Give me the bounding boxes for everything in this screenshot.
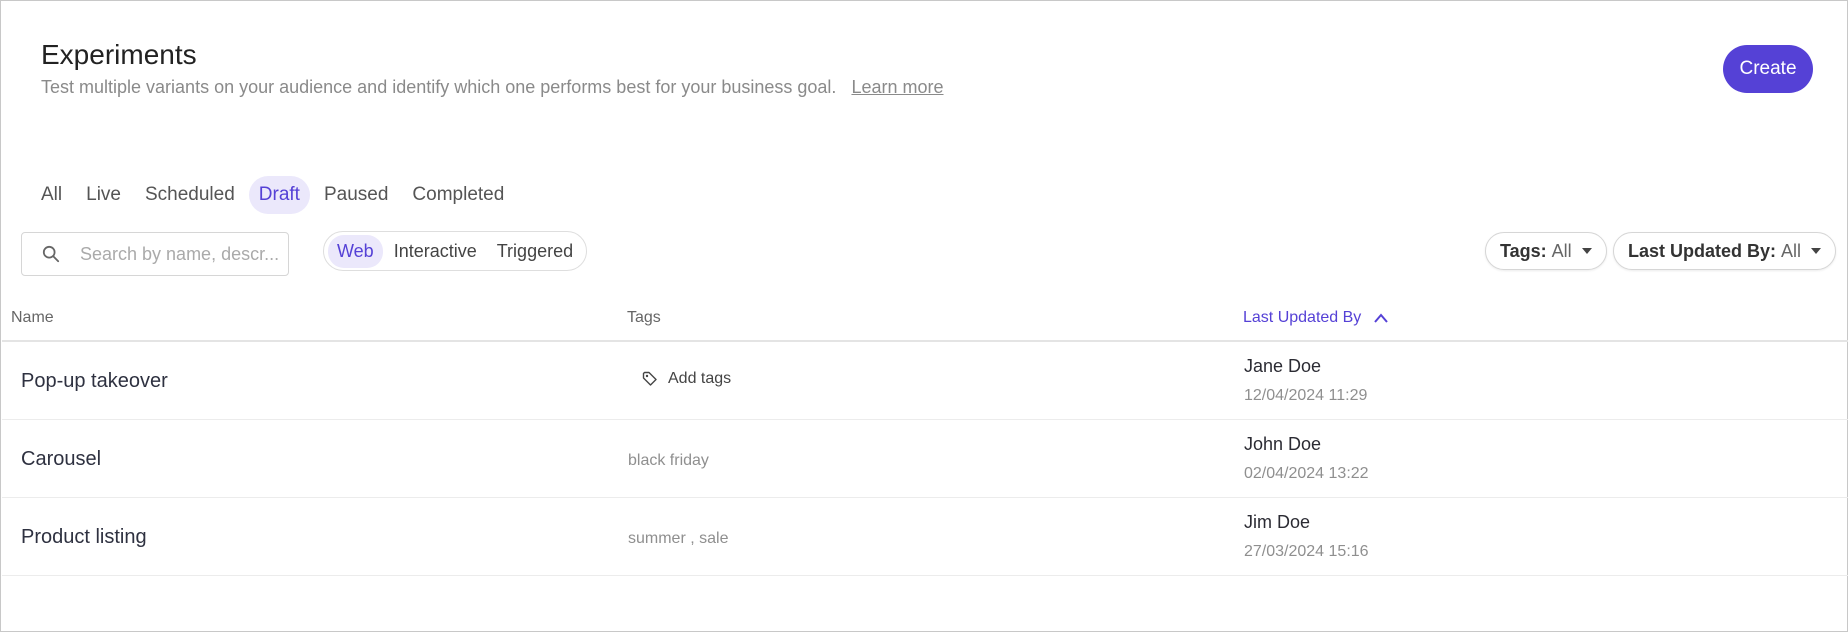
updated-date: 12/04/2024 11:29 xyxy=(1244,387,1368,404)
updated-date: 27/03/2024 15:16 xyxy=(1244,543,1369,560)
updated-by-user: Jim Doe xyxy=(1244,512,1311,532)
tab-all[interactable]: All xyxy=(31,176,72,214)
page-title: Experiments xyxy=(41,39,197,70)
tags-filter-dropdown[interactable]: Tags: All xyxy=(1485,232,1607,270)
search-box xyxy=(21,232,289,276)
table-row[interactable]: Product listing summer , sale Jim Doe 27… xyxy=(2,498,1848,576)
app-frame: Experiments Test multiple variants on yo… xyxy=(0,0,1848,632)
column-header-last-updated-label: Last Updated By xyxy=(1243,309,1362,326)
add-tags-label: Add tags xyxy=(668,370,732,387)
tab-live[interactable]: Live xyxy=(76,176,131,214)
learn-more-link[interactable]: Learn more xyxy=(851,77,943,97)
caret-down-icon xyxy=(1581,248,1592,254)
column-header-name[interactable]: Name xyxy=(11,309,54,327)
updated-by-user: John Doe xyxy=(1244,434,1322,454)
updated-date: 02/04/2024 13:22 xyxy=(1244,465,1369,482)
table-row[interactable]: Carousel black friday John Doe 02/04/202… xyxy=(2,420,1848,498)
tags-filter-label: Tags: xyxy=(1500,240,1547,261)
updated-filter-label: Last Updated By: xyxy=(1628,240,1777,261)
experiment-name[interactable]: Product listing xyxy=(21,526,147,549)
updated-filter-value: All xyxy=(1781,240,1802,261)
add-tags-button[interactable]: Add tags xyxy=(642,370,731,388)
experiment-tags: summer , sale xyxy=(628,530,729,547)
tab-paused[interactable]: Paused xyxy=(314,176,398,214)
tab-draft[interactable]: Draft xyxy=(248,176,310,214)
subtitle-text: Test multiple variants on your audience … xyxy=(41,77,837,97)
type-triggered[interactable]: Triggered xyxy=(488,235,582,268)
status-tabs: All Live Scheduled Draft Paused Complete… xyxy=(31,175,514,215)
tag-icon xyxy=(642,371,657,386)
updated-by-user: Jane Doe xyxy=(1244,356,1322,376)
search-input[interactable] xyxy=(80,243,280,265)
experiment-tags: black friday xyxy=(628,452,709,469)
type-interactive[interactable]: Interactive xyxy=(385,235,486,268)
experiment-name[interactable]: Pop-up takeover xyxy=(21,370,168,393)
experiment-name[interactable]: Carousel xyxy=(21,448,101,471)
type-web[interactable]: Web xyxy=(328,234,383,268)
create-button[interactable]: Create xyxy=(1723,45,1813,93)
caret-down-icon xyxy=(1811,248,1822,254)
experiment-type-toggle: Web Interactive Triggered xyxy=(323,231,588,271)
page-subtitle: Test multiple variants on your audience … xyxy=(41,77,944,98)
tags-filter-value: All xyxy=(1551,240,1572,261)
column-header-tags[interactable]: Tags xyxy=(627,309,661,327)
table-row[interactable]: Pop-up takeover Add tags Jane Doe 12/04/… xyxy=(2,342,1848,420)
tab-scheduled[interactable]: Scheduled xyxy=(135,176,245,214)
last-updated-filter-dropdown[interactable]: Last Updated By: All xyxy=(1613,232,1837,270)
column-header-last-updated[interactable]: Last Updated By xyxy=(1243,309,1389,327)
tab-completed[interactable]: Completed xyxy=(402,176,514,214)
sort-ascending-icon[interactable] xyxy=(1373,312,1389,324)
search-icon xyxy=(42,245,60,263)
